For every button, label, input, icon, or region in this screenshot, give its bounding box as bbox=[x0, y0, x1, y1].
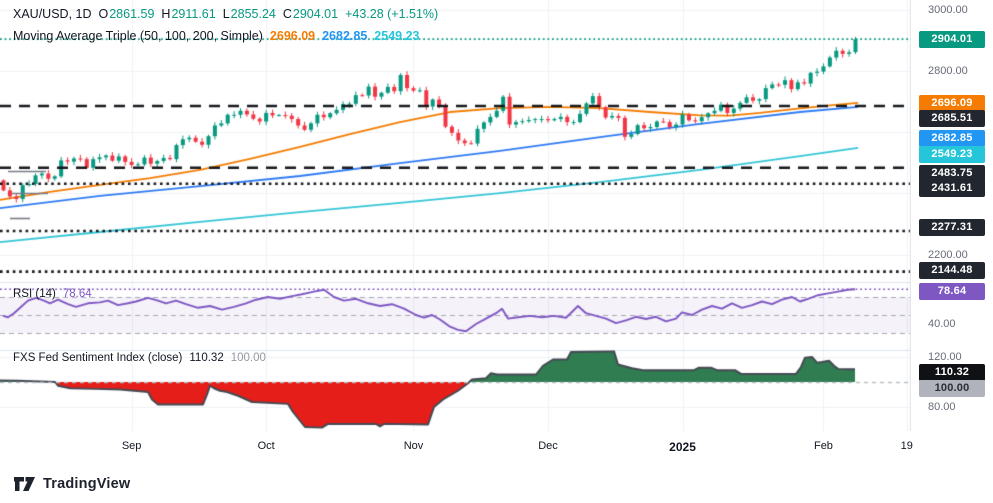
tradingview-chart-window: XAU/USD, 1D O2861.59 H2911.61 L2855.24 C… bbox=[0, 0, 993, 503]
price-badge: 2549.23 bbox=[919, 146, 985, 163]
price-badge: 100.00 bbox=[919, 380, 985, 397]
chart-canvas[interactable] bbox=[0, 0, 993, 465]
price-badge: 110.32 bbox=[919, 364, 985, 381]
price-badge: 2431.61 bbox=[919, 180, 985, 197]
price-axis-label: 80.00 bbox=[928, 401, 956, 413]
price-badge: 2685.51 bbox=[919, 110, 985, 127]
price-badge: 2483.75 bbox=[919, 165, 985, 182]
price-badge: 2144.48 bbox=[919, 262, 985, 279]
tradingview-attribution[interactable]: TradingView bbox=[13, 476, 130, 492]
rsi-value: 78.64 bbox=[63, 288, 92, 300]
ohlc-open: O2861.59 bbox=[99, 7, 155, 21]
price-axis-label: 40.00 bbox=[928, 318, 956, 330]
price-badge: 2696.09 bbox=[919, 95, 985, 112]
ma100-value: 2682.85 bbox=[322, 29, 367, 43]
sentiment-title: FXS Fed Sentiment Index (close) bbox=[13, 352, 182, 364]
time-axis-label: Feb bbox=[814, 440, 833, 452]
time-axis-label: Dec bbox=[538, 440, 558, 452]
price-badge: 2682.85 bbox=[919, 130, 985, 147]
symbol-legend[interactable]: XAU/USD, 1D O2861.59 H2911.61 L2855.24 C… bbox=[13, 7, 438, 21]
price-badge: 2277.31 bbox=[919, 219, 985, 236]
price-axis-label: 2800.00 bbox=[928, 65, 968, 77]
price-badge: 78.64 bbox=[919, 283, 985, 300]
rsi-title: RSI (14) bbox=[13, 288, 56, 300]
ohlc-close: C2904.01 bbox=[283, 7, 338, 21]
change-value: +43.28 (+1.51%) bbox=[345, 7, 438, 21]
symbol-title: XAU/USD, 1D bbox=[13, 7, 92, 21]
tradingview-logo-icon bbox=[13, 476, 36, 492]
time-axis-label: Nov bbox=[404, 440, 424, 452]
price-axis-label: 120.00 bbox=[928, 351, 962, 363]
time-axis-label: 2025 bbox=[669, 440, 696, 454]
ma50-value: 2696.09 bbox=[270, 29, 315, 43]
rsi-legend[interactable]: RSI (14) 78.64 bbox=[13, 288, 92, 300]
brand-name: TradingView bbox=[43, 476, 130, 492]
sentiment-baseline-value: 100.00 bbox=[231, 352, 266, 364]
indicator-legend-ma[interactable]: Moving Average Triple (50, 100, 200, Sim… bbox=[13, 29, 419, 43]
ma-indicator-title: Moving Average Triple (50, 100, 200, Sim… bbox=[13, 29, 263, 43]
price-axis-label: 3000.00 bbox=[928, 4, 968, 16]
ma200-value: 2549.23 bbox=[374, 29, 419, 43]
sentiment-legend[interactable]: FXS Fed Sentiment Index (close) 110.32 1… bbox=[13, 352, 266, 364]
price-axis-label: 2200.00 bbox=[928, 249, 968, 261]
time-axis-label: Sep bbox=[122, 440, 142, 452]
ohlc-low: L2855.24 bbox=[223, 7, 276, 21]
time-axis[interactable]: Sep Oct Nov Dec 2025 Feb 19 bbox=[0, 431, 993, 465]
price-badge: 2904.01 bbox=[919, 31, 985, 48]
price-axis[interactable]: 3000.00 2800.00 2200.00 40.00 120.00 80.00 290… bbox=[911, 0, 993, 431]
time-axis-label: 19 bbox=[901, 440, 913, 452]
sentiment-value: 110.32 bbox=[189, 352, 223, 364]
ohlc-high: H2911.61 bbox=[161, 7, 215, 21]
time-axis-label: Oct bbox=[258, 440, 275, 452]
